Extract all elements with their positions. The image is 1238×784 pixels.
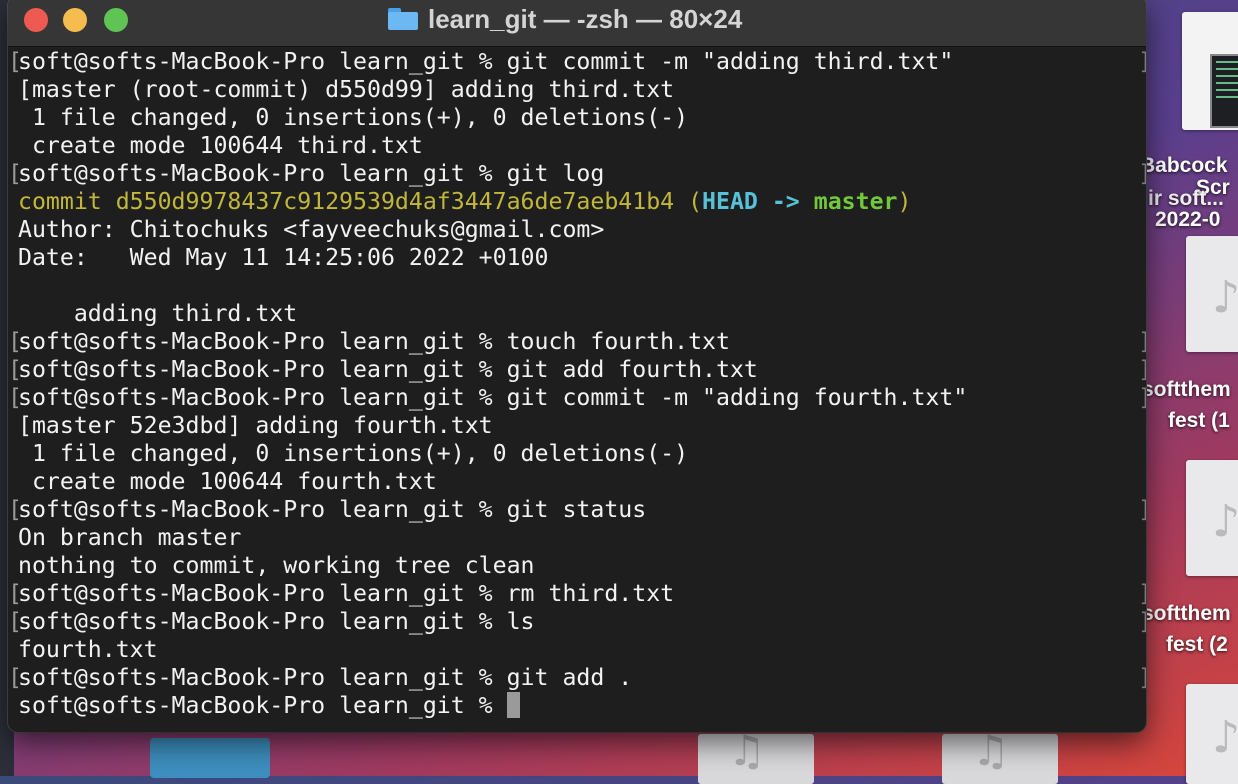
line-marker: ] bbox=[1138, 328, 1146, 356]
desktop-audio-file-3[interactable]: ♪ bbox=[1186, 684, 1238, 784]
terminal-line: 1 file changed, 0 insertions(+), 0 delet… bbox=[18, 104, 689, 131]
terminal-line: soft@softs-MacBook-Pro learn_git % git l… bbox=[18, 160, 605, 187]
terminal-line: [master (root-commit) d550d99] adding th… bbox=[18, 76, 675, 103]
desktop-audio-file-2[interactable]: ♪ bbox=[1186, 460, 1238, 576]
window-title-text: learn_git — -zsh — 80×24 bbox=[428, 3, 743, 34]
commit-hash: commit d550d9978437c9129539d4af3447a6de7… bbox=[18, 188, 675, 215]
desktop-audio-file-1[interactable]: ♪ bbox=[1186, 236, 1238, 352]
window-title: learn_git — -zsh — 80×24 bbox=[388, 4, 742, 34]
desktop-label-fest-2: fest (2 bbox=[1166, 633, 1228, 656]
terminal-line: adding third.txt bbox=[18, 300, 298, 327]
minimize-button[interactable] bbox=[63, 8, 87, 32]
commit-line: commit d550d9978437c9129539d4af3447a6de7… bbox=[18, 188, 911, 216]
branch-ref: master bbox=[813, 188, 898, 215]
terminal-line: soft@softs-MacBook-Pro learn_git % ls bbox=[18, 608, 535, 635]
terminal-window[interactable]: learn_git — -zsh — 80×24 [ ] [ ] [ ] [ ]… bbox=[8, 0, 1146, 732]
desktop-label-softthem-1: softthem bbox=[1142, 378, 1231, 401]
terminal-line: Author: Chitochuks <fayveechuks@gmail.co… bbox=[18, 216, 605, 243]
line-marker: ] bbox=[1138, 384, 1146, 412]
title-bar[interactable]: learn_git — -zsh — 80×24 bbox=[8, 0, 1146, 47]
ref-close: ) bbox=[897, 188, 912, 215]
line-marker: ] bbox=[1138, 496, 1146, 524]
terminal-line: Date: Wed May 11 14:25:06 2022 +0100 bbox=[18, 244, 549, 271]
desktop-blue-item bbox=[150, 738, 270, 778]
line-marker: ] bbox=[1138, 664, 1146, 692]
terminal-line: nothing to commit, working tree clean bbox=[18, 552, 535, 579]
terminal-line: soft@softs-MacBook-Pro learn_git % git s… bbox=[18, 496, 647, 523]
terminal-line: create mode 100644 third.txt bbox=[18, 132, 423, 159]
terminal-line: On branch master bbox=[18, 524, 242, 551]
terminal-line: [master 52e3dbd] adding fourth.txt bbox=[18, 412, 493, 439]
terminal-line: soft@softs-MacBook-Pro learn_git % git a… bbox=[18, 664, 633, 691]
zoom-button[interactable] bbox=[104, 8, 128, 32]
desktop-label-fest-1: fest (1 bbox=[1168, 409, 1230, 432]
line-marker: ] bbox=[1138, 356, 1146, 384]
music-note-icon: ♪ bbox=[1212, 712, 1238, 763]
music-note-icon: ♫ bbox=[972, 726, 1010, 775]
desktop-label-softthem-2: softthem bbox=[1142, 602, 1231, 625]
line-marker: ] bbox=[1138, 580, 1146, 608]
text-cursor bbox=[506, 691, 520, 718]
desktop-audio-tile-a[interactable]: ♫ bbox=[698, 726, 814, 784]
terminal-line: soft@softs-MacBook-Pro learn_git % rm th… bbox=[18, 580, 675, 607]
close-button[interactable] bbox=[24, 8, 48, 32]
music-note-icon: ♪ bbox=[1212, 496, 1238, 547]
prompt-text: soft@softs-MacBook-Pro learn_git % bbox=[18, 692, 507, 719]
terminal-line: soft@softs-MacBook-Pro learn_git % touch… bbox=[18, 328, 730, 355]
terminal-line: fourth.txt bbox=[18, 636, 158, 663]
prompt-line[interactable]: soft@softs-MacBook-Pro learn_git % bbox=[18, 691, 520, 720]
head-ref: HEAD -> bbox=[702, 188, 814, 215]
ref-open: ( bbox=[674, 188, 703, 215]
music-note-icon: ♪ bbox=[1212, 272, 1238, 323]
terminal-line: soft@softs-MacBook-Pro learn_git % git a… bbox=[18, 356, 758, 383]
terminal-output[interactable]: [ ] [ ] [ ] [ ] [ ] [ ] [ ] [ ] [ ] soft… bbox=[8, 48, 1146, 732]
terminal-line: create mode 100644 fourth.txt bbox=[18, 468, 437, 495]
line-marker: ] bbox=[1138, 48, 1146, 76]
desktop-screenshot-thumbnail[interactable] bbox=[1182, 12, 1238, 130]
desktop-label-date: 2022-0 bbox=[1155, 208, 1221, 231]
line-marker: ] bbox=[1138, 608, 1146, 636]
terminal-line: soft@softs-MacBook-Pro learn_git % git c… bbox=[18, 48, 954, 75]
terminal-line: 1 file changed, 0 insertions(+), 0 delet… bbox=[18, 440, 689, 467]
music-note-icon: ♫ bbox=[728, 726, 766, 775]
terminal-line: soft@softs-MacBook-Pro learn_git % git c… bbox=[18, 384, 968, 411]
line-marker: ] bbox=[1138, 160, 1146, 188]
desktop-audio-tile-b[interactable]: ♫ bbox=[942, 726, 1058, 784]
folder-icon bbox=[388, 8, 418, 30]
